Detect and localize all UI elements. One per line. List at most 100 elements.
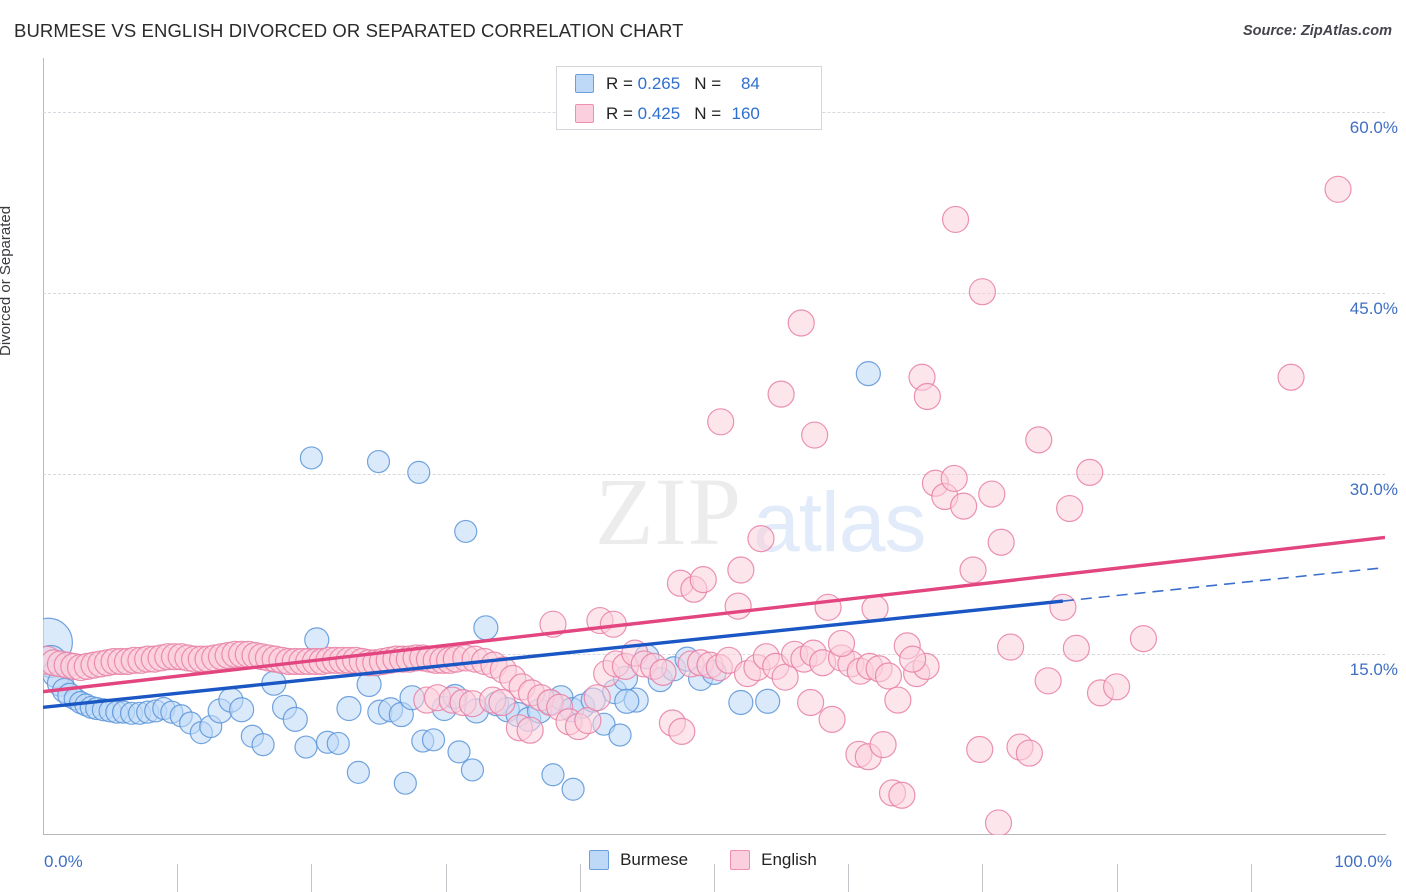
data-point xyxy=(421,728,446,752)
data-point xyxy=(326,731,350,756)
data-point xyxy=(707,408,735,436)
data-point xyxy=(460,758,485,782)
legend-item-burmese[interactable]: Burmese xyxy=(589,850,688,870)
trendline-burmese-projected xyxy=(1062,566,1385,602)
data-point xyxy=(574,706,602,735)
data-point xyxy=(561,777,585,801)
data-point xyxy=(407,460,431,484)
series-burmese-points xyxy=(43,361,881,801)
legend-item-english[interactable]: English xyxy=(730,850,817,870)
data-point xyxy=(1129,625,1158,653)
burmese-stats-text: R = 0.265 N = 84 xyxy=(606,73,760,93)
stats-row-burmese: R = 0.265 N = 84 xyxy=(557,70,821,97)
y-axis-tick-label: 30.0% xyxy=(1349,479,1398,499)
data-point xyxy=(888,781,916,809)
data-point xyxy=(950,492,978,520)
y-axis-tick-label: 45.0% xyxy=(1349,298,1398,318)
data-point xyxy=(393,771,417,795)
burmese-swatch-icon xyxy=(575,74,594,93)
data-point xyxy=(473,615,499,641)
series-english-points xyxy=(43,175,1352,835)
data-point xyxy=(814,593,842,621)
y-axis-tick-label: 60.0% xyxy=(1349,118,1398,138)
data-point xyxy=(959,556,987,584)
data-point xyxy=(966,735,994,764)
data-point xyxy=(978,480,1006,508)
stats-row-english: R = 0.425 N = 160 xyxy=(557,100,821,127)
data-point xyxy=(1062,634,1090,662)
burmese-n-value: 84 xyxy=(740,73,760,93)
data-point xyxy=(299,446,323,470)
data-point xyxy=(884,686,912,714)
data-point xyxy=(366,449,391,474)
data-point xyxy=(728,689,754,716)
data-point xyxy=(282,706,308,732)
data-point xyxy=(874,662,903,690)
english-legend-swatch-icon xyxy=(730,850,751,870)
data-point xyxy=(1102,673,1131,701)
data-point xyxy=(294,735,318,759)
page-title: BURMESE VS ENGLISH DIVORCED OR SEPARATED… xyxy=(14,20,684,41)
english-legend-label: English xyxy=(761,850,817,869)
data-point xyxy=(861,594,889,623)
data-point xyxy=(583,684,611,712)
data-point xyxy=(229,697,255,723)
data-point xyxy=(614,688,640,714)
data-point xyxy=(767,380,795,408)
english-swatch-icon xyxy=(575,104,594,123)
data-point xyxy=(727,556,755,584)
data-point xyxy=(797,688,825,717)
data-point xyxy=(818,705,846,733)
data-point xyxy=(996,633,1025,661)
y-axis-tick-label: 15.0% xyxy=(1349,660,1398,680)
data-point xyxy=(940,464,968,493)
data-point xyxy=(1277,363,1305,391)
data-point xyxy=(1056,494,1084,523)
data-point xyxy=(899,645,927,673)
data-point xyxy=(984,809,1013,835)
data-point xyxy=(541,763,565,787)
data-point xyxy=(689,566,717,594)
burmese-legend-label: Burmese xyxy=(620,850,689,869)
data-point xyxy=(649,658,677,686)
data-point xyxy=(787,309,815,337)
data-point xyxy=(346,760,370,784)
correlation-stats-legend: R = 0.265 N = 84 R = 0.425 N = 160 xyxy=(556,66,822,130)
burmese-legend-swatch-icon xyxy=(589,850,610,870)
data-point xyxy=(336,695,362,722)
data-point xyxy=(1025,426,1053,454)
data-point xyxy=(1015,739,1043,767)
data-point xyxy=(941,205,970,234)
data-point xyxy=(869,731,897,759)
data-point xyxy=(1324,175,1352,203)
data-point xyxy=(516,716,544,744)
data-point xyxy=(1076,458,1104,486)
english-stats-text: R = 0.425 N = 160 xyxy=(606,103,760,123)
scatter-plot-canvas xyxy=(43,175,1385,835)
data-point xyxy=(855,361,881,387)
y-axis-title: Divorced or Separated xyxy=(0,205,14,356)
data-point xyxy=(755,688,781,714)
data-point xyxy=(1049,593,1077,621)
data-point xyxy=(747,525,775,553)
data-point xyxy=(987,528,1015,556)
english-n-value: 160 xyxy=(731,103,760,123)
data-point xyxy=(801,421,829,449)
english-r-value: 0.425 xyxy=(637,103,681,123)
series-legend: Burmese English xyxy=(0,850,1406,870)
source-attribution: Source: ZipAtlas.com xyxy=(1242,23,1392,39)
data-point xyxy=(251,733,275,757)
plot-area: ZIP atlas xyxy=(43,58,1385,892)
data-point xyxy=(454,519,478,544)
data-point xyxy=(827,629,856,658)
burmese-r-value: 0.265 xyxy=(637,73,681,93)
chart-page: BURMESE VS ENGLISH DIVORCED OR SEPARATED… xyxy=(0,0,1406,892)
data-point xyxy=(488,688,516,717)
data-point xyxy=(447,740,471,764)
data-point xyxy=(668,717,696,746)
data-point xyxy=(913,382,941,411)
data-point xyxy=(1034,667,1062,695)
data-point xyxy=(608,723,632,747)
data-point xyxy=(724,592,752,620)
data-point xyxy=(968,278,997,306)
